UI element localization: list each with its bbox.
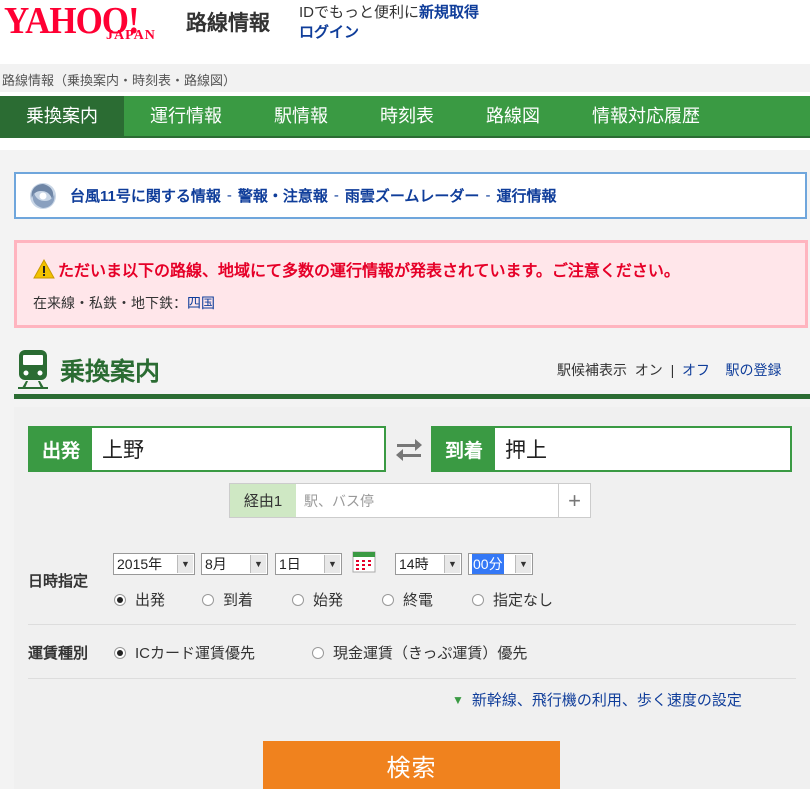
calendar-icon[interactable] [352,549,376,573]
radio-dot [292,593,304,606]
breadcrumb: 路線情報（乗換案内・時刻表・路線図） [0,64,810,92]
section-title: 乗換案内 [60,358,161,386]
hour-select[interactable]: 14時 ▼ [395,553,462,575]
tab-station-info[interactable]: 駅情報 [248,96,354,136]
minute-value: 00分 [472,554,504,574]
to-label: 到着 [433,428,495,470]
section-divider [14,394,810,399]
add-via-icon[interactable]: + [558,484,590,517]
alert-line-label: 在来線・私鉄・地下鉄： [33,295,187,311]
tab-history[interactable]: 情報対応履歴 [566,96,726,136]
typhoon-info-box: 台風11号に関する情報 - 警報・注意報 - 雨雲ズームレーダー - 運行情報 [14,172,807,219]
signup-link[interactable]: 新規取得 [419,4,479,21]
radio-label: 指定なし [493,592,554,609]
swap-icon[interactable] [393,433,425,465]
radio-dot [382,593,394,606]
main-nav: 乗換案内 運行情報 駅情報 時刻表 路線図 情報対応履歴 [0,96,810,136]
radio-label: 出発 [135,592,166,609]
radio-label: 終電 [403,592,434,609]
fare-label: 運賃種別 [28,645,89,662]
year-select[interactable]: 2015年 ▼ [113,553,195,575]
from-station-field[interactable]: 出発 上野 [28,426,386,472]
tab-timetable[interactable]: 時刻表 [354,96,460,136]
rain-radar-link[interactable]: 雨雲ズームレーダー [345,185,480,206]
shikoku-link[interactable]: 四国 [187,295,215,311]
divider [28,678,796,679]
train-icon [18,350,48,389]
warnings-link[interactable]: 警報・注意報 [238,185,328,206]
from-input[interactable]: 上野 [92,428,384,470]
hour-value: 14時 [399,556,429,572]
id-promo: IDでもっと便利に新規取得 ログイン [299,3,479,43]
suggest-label: 駅候補表示 [557,362,627,378]
day-value: 1日 [279,556,301,572]
radio-no-time[interactable]: 指定なし [472,589,553,610]
radio-ic-fare[interactable]: ICカード運賃優先 [114,642,255,663]
radio-departure[interactable]: 出発 [114,589,165,610]
to-station-field[interactable]: 到着 押上 [431,426,792,472]
radio-label: 到着 [223,592,254,609]
tab-transfer[interactable]: 乗換案内 [0,96,124,136]
tab-route-map[interactable]: 路線図 [460,96,566,136]
separator: - [333,187,339,204]
day-select[interactable]: 1日 ▼ [275,553,342,575]
month-select[interactable]: 8月 ▼ [201,553,268,575]
via-station-field: 経由1 駅、バス停 + [229,483,591,518]
advanced-settings-link[interactable]: ▼ 新幹線、飛行機の利用、歩く速度の設定 [452,689,742,710]
radio-first-train[interactable]: 始発 [292,589,343,610]
chevron-down-icon: ▼ [515,555,531,573]
to-input[interactable]: 押上 [495,428,790,470]
radio-dot [114,646,126,659]
via-label: 経由1 [230,484,296,517]
divider [28,624,796,625]
radio-dot [312,646,324,659]
chevron-down-icon: ▼ [177,555,193,573]
login-link[interactable]: ログイン [299,24,359,41]
chevron-down-icon: ▼ [324,555,340,573]
warning-icon [33,259,55,279]
station-suggest-toggle: 駅候補表示 オン | オフ 駅の登録 [557,360,782,380]
suggest-on[interactable]: オン [635,362,663,378]
alert-message: ただいま以下の路線、地域にて多数の運行情報が発表されています。ご注意ください。 [58,263,680,280]
tab-service-info[interactable]: 運行情報 [124,96,248,136]
page: YAHOO! JAPAN 路線情報 IDでもっと便利に新規取得 ログイン 路線情… [0,0,810,789]
minute-select[interactable]: 00分 ▼ [468,553,533,575]
typhoon-info-link[interactable]: 台風11号に関する情報 [70,185,221,206]
chevron-down-icon: ▼ [444,555,460,573]
triangle-down-icon: ▼ [452,692,464,707]
radio-dot [114,593,126,606]
suggest-off[interactable]: オフ [682,362,710,378]
alert-message-row: ただいま以下の路線、地域にて多数の運行情報が発表されています。ご注意ください。 [33,257,805,281]
radio-label: ICカード運賃優先 [135,645,256,662]
separator: - [226,187,232,204]
search-button[interactable]: 検索 [263,741,560,789]
alert-lines: 在来線・私鉄・地下鉄：四国 [33,293,805,313]
yahoo-japan-logo[interactable]: YAHOO! JAPAN [2,0,180,46]
service-status-link[interactable]: 運行情報 [496,185,556,206]
datetime-label: 日時指定 [28,573,89,590]
logo-sub: JAPAN [106,28,156,43]
radio-dot [472,593,484,606]
service-name[interactable]: 路線情報 [186,7,270,37]
advanced-settings-label: 新幹線、飛行機の利用、歩く速度の設定 [471,692,742,709]
radio-dot [202,593,214,606]
id-promo-text: IDでもっと便利に [299,4,420,21]
nav-divider [0,136,810,138]
month-value: 8月 [205,556,227,572]
year-value: 2015年 [117,556,163,572]
radio-last-train[interactable]: 終電 [382,589,433,610]
radio-label: 始発 [313,592,344,609]
separator: - [485,187,491,204]
radio-label: 現金運賃（きっぷ運賃）優先 [333,645,528,662]
service-alert: ただいま以下の路線、地域にて多数の運行情報が発表されています。ご注意ください。 … [14,240,808,328]
typhoon-icon [30,183,56,209]
via-input[interactable]: 駅、バス停 [296,484,558,517]
radio-arrival[interactable]: 到着 [202,589,253,610]
register-station-link[interactable]: 駅の登録 [726,362,782,378]
suggest-separator: | [670,362,675,378]
chevron-down-icon: ▼ [250,555,266,573]
radio-cash-fare[interactable]: 現金運賃（きっぷ運賃）優先 [312,642,527,663]
from-label: 出発 [30,428,92,470]
